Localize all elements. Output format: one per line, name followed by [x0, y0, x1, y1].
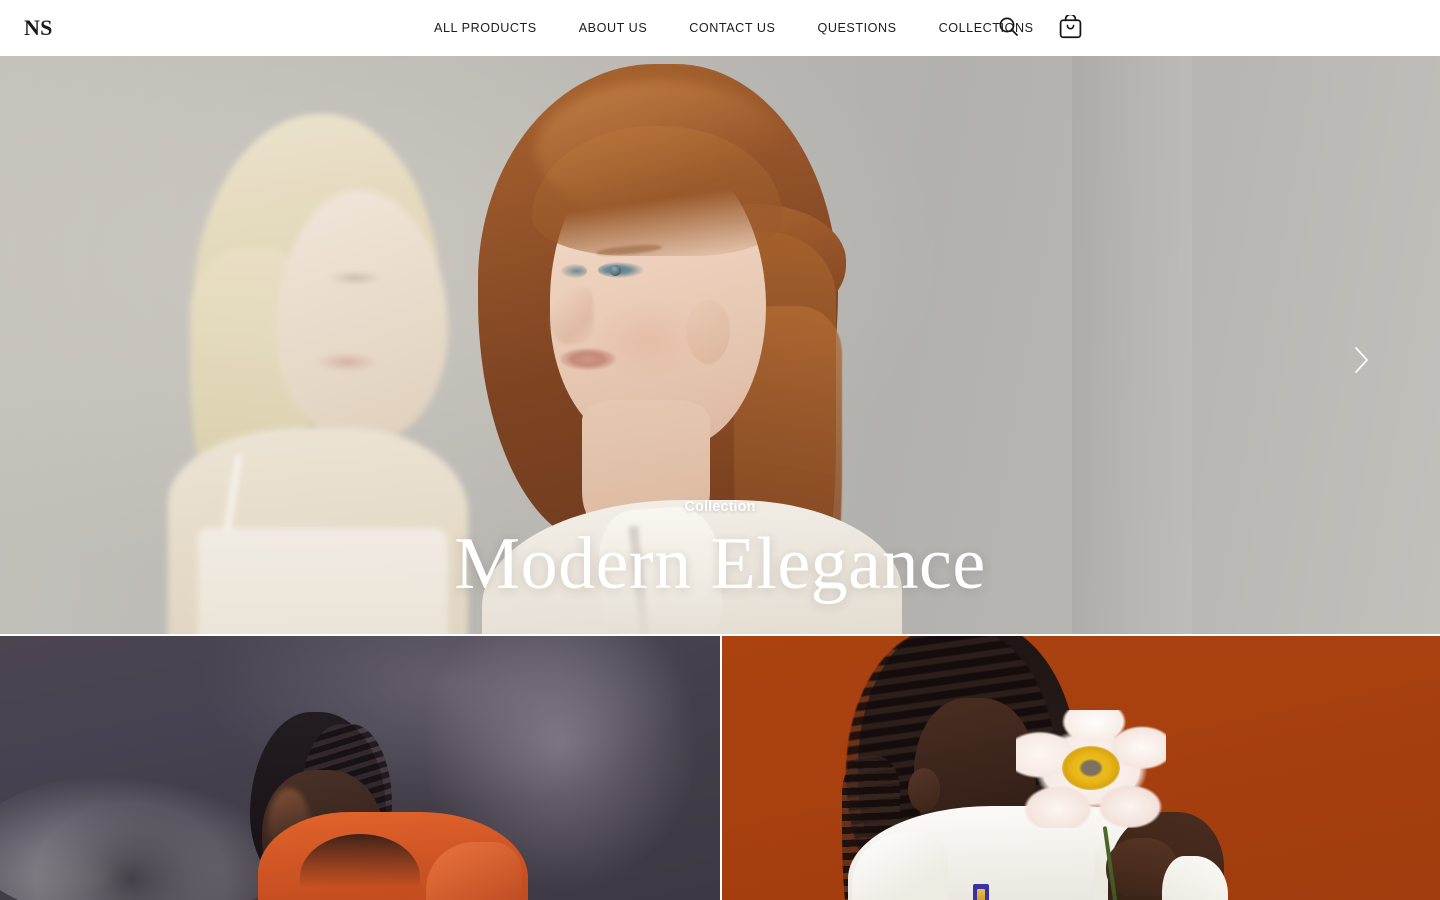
- shopping-bag-icon: [1059, 13, 1082, 42]
- site-header: NS ALL PRODUCTS ABOUT US CONTACT US QUES…: [0, 0, 1440, 56]
- hero-wall-seam: [1072, 56, 1192, 634]
- cart-button[interactable]: [1057, 13, 1083, 42]
- logo[interactable]: NS: [24, 17, 53, 39]
- main-navigation: ALL PRODUCTS ABOUT US CONTACT US QUESTIO…: [434, 15, 1034, 41]
- nav-item-about-us[interactable]: ABOUT US: [579, 15, 648, 41]
- header-actions: [995, 13, 1083, 42]
- carousel-next-button[interactable]: [1344, 344, 1378, 378]
- nav-item-all-products[interactable]: ALL PRODUCTS: [434, 15, 537, 41]
- hero-carousel: Collection Modern Elegance: [0, 56, 1440, 634]
- chevron-right-icon: [1351, 344, 1371, 379]
- feature-grid: [0, 636, 1440, 900]
- hero-model-redhead: [386, 56, 946, 634]
- search-icon: [998, 16, 1019, 40]
- nav-item-questions[interactable]: QUESTIONS: [817, 15, 896, 41]
- hero-image: [0, 56, 1440, 634]
- search-button[interactable]: [995, 15, 1021, 41]
- feature-panel-flower-model[interactable]: [722, 636, 1440, 900]
- feature-panel-orange-top-model[interactable]: [0, 636, 720, 900]
- nav-item-contact-us[interactable]: CONTACT US: [689, 15, 775, 41]
